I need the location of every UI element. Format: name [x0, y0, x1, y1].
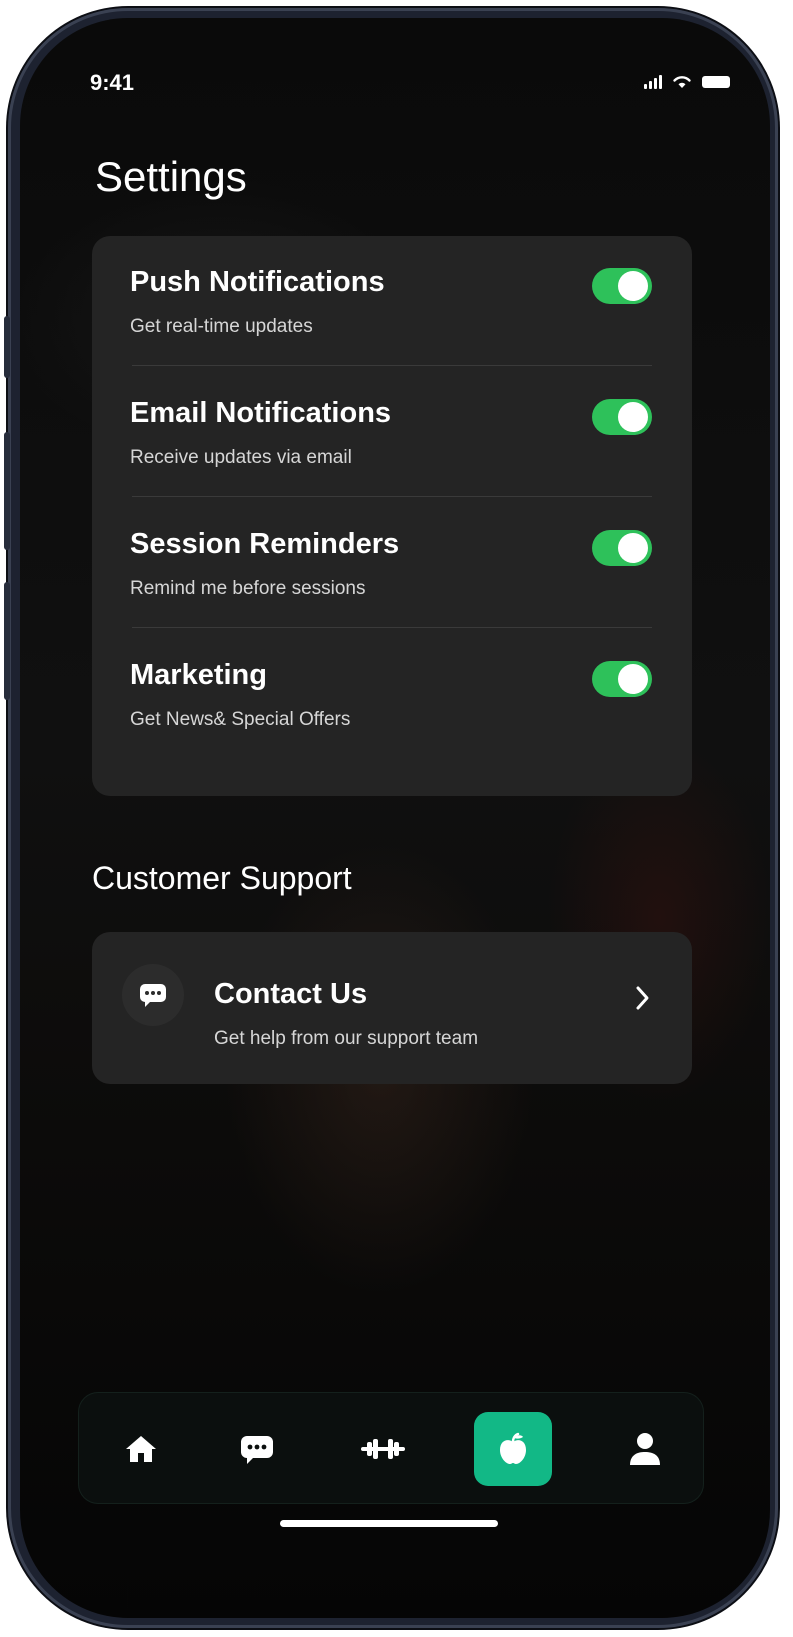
setting-description: Receive updates via email: [130, 447, 352, 468]
toggle-knob: [618, 271, 648, 301]
setting-label: Email Notifications: [130, 397, 392, 429]
wifi-icon: [673, 76, 691, 88]
toggle-knob: [618, 402, 648, 432]
status-bar: 9:41: [20, 18, 770, 128]
screen: 9:41 Settings Push Notifications Get rea…: [20, 18, 770, 1618]
bottom-tab-bar: [78, 1392, 704, 1504]
toggle-knob: [618, 533, 648, 563]
home-indicator[interactable]: [280, 1520, 498, 1527]
home-icon: [126, 1436, 156, 1462]
setting-row-email-notifications: Email Notifications Receive updates via …: [130, 367, 652, 497]
contact-us-description: Get help from our support team: [214, 1028, 479, 1049]
setting-description: Remind me before sessions: [130, 578, 366, 599]
toggle-knob: [618, 664, 648, 694]
divider: [132, 496, 652, 497]
tab-chat[interactable]: [218, 1412, 296, 1486]
session-reminders-toggle[interactable]: [592, 530, 652, 566]
apple-icon: [500, 1432, 526, 1464]
page-title: Settings: [95, 153, 247, 200]
divider: [132, 627, 652, 628]
marketing-toggle[interactable]: [592, 661, 652, 697]
side-button: [4, 432, 10, 550]
setting-label: Marketing: [130, 659, 267, 691]
status-icons: [644, 74, 730, 89]
setting-row-push-notifications: Push Notifications Get real-time updates: [130, 236, 652, 366]
tab-profile[interactable]: [606, 1412, 684, 1486]
cellular-signal-icon: [644, 75, 662, 89]
email-notifications-toggle[interactable]: [592, 399, 652, 435]
dumbbell-icon: [361, 1439, 405, 1459]
side-button: [4, 316, 10, 378]
profile-icon: [630, 1433, 660, 1465]
notification-settings-card: Push Notifications Get real-time updates…: [92, 236, 692, 796]
status-time: 9:41: [90, 70, 135, 95]
tab-home[interactable]: [102, 1412, 180, 1486]
setting-row-marketing: Marketing Get News& Special Offers: [130, 629, 652, 759]
divider: [132, 365, 652, 366]
setting-row-session-reminders: Session Reminders Remind me before sessi…: [130, 498, 652, 628]
chevron-right-icon: [636, 986, 649, 1010]
contact-us-title: Contact Us: [214, 978, 368, 1010]
tab-nutrition[interactable]: [474, 1412, 552, 1486]
setting-description: Get real-time updates: [130, 316, 313, 337]
battery-icon: [702, 76, 730, 88]
chat-icon: [122, 964, 184, 1026]
section-heading-customer-support: Customer Support: [92, 860, 352, 896]
push-notifications-toggle[interactable]: [592, 268, 652, 304]
setting-label: Session Reminders: [130, 528, 400, 560]
side-button: [4, 582, 10, 700]
setting-description: Get News& Special Offers: [130, 709, 351, 730]
tab-workouts[interactable]: [344, 1412, 422, 1486]
contact-us-row[interactable]: Contact Us Get help from our support tea…: [92, 932, 692, 1084]
chat-icon: [241, 1436, 273, 1464]
setting-label: Push Notifications: [130, 266, 385, 298]
